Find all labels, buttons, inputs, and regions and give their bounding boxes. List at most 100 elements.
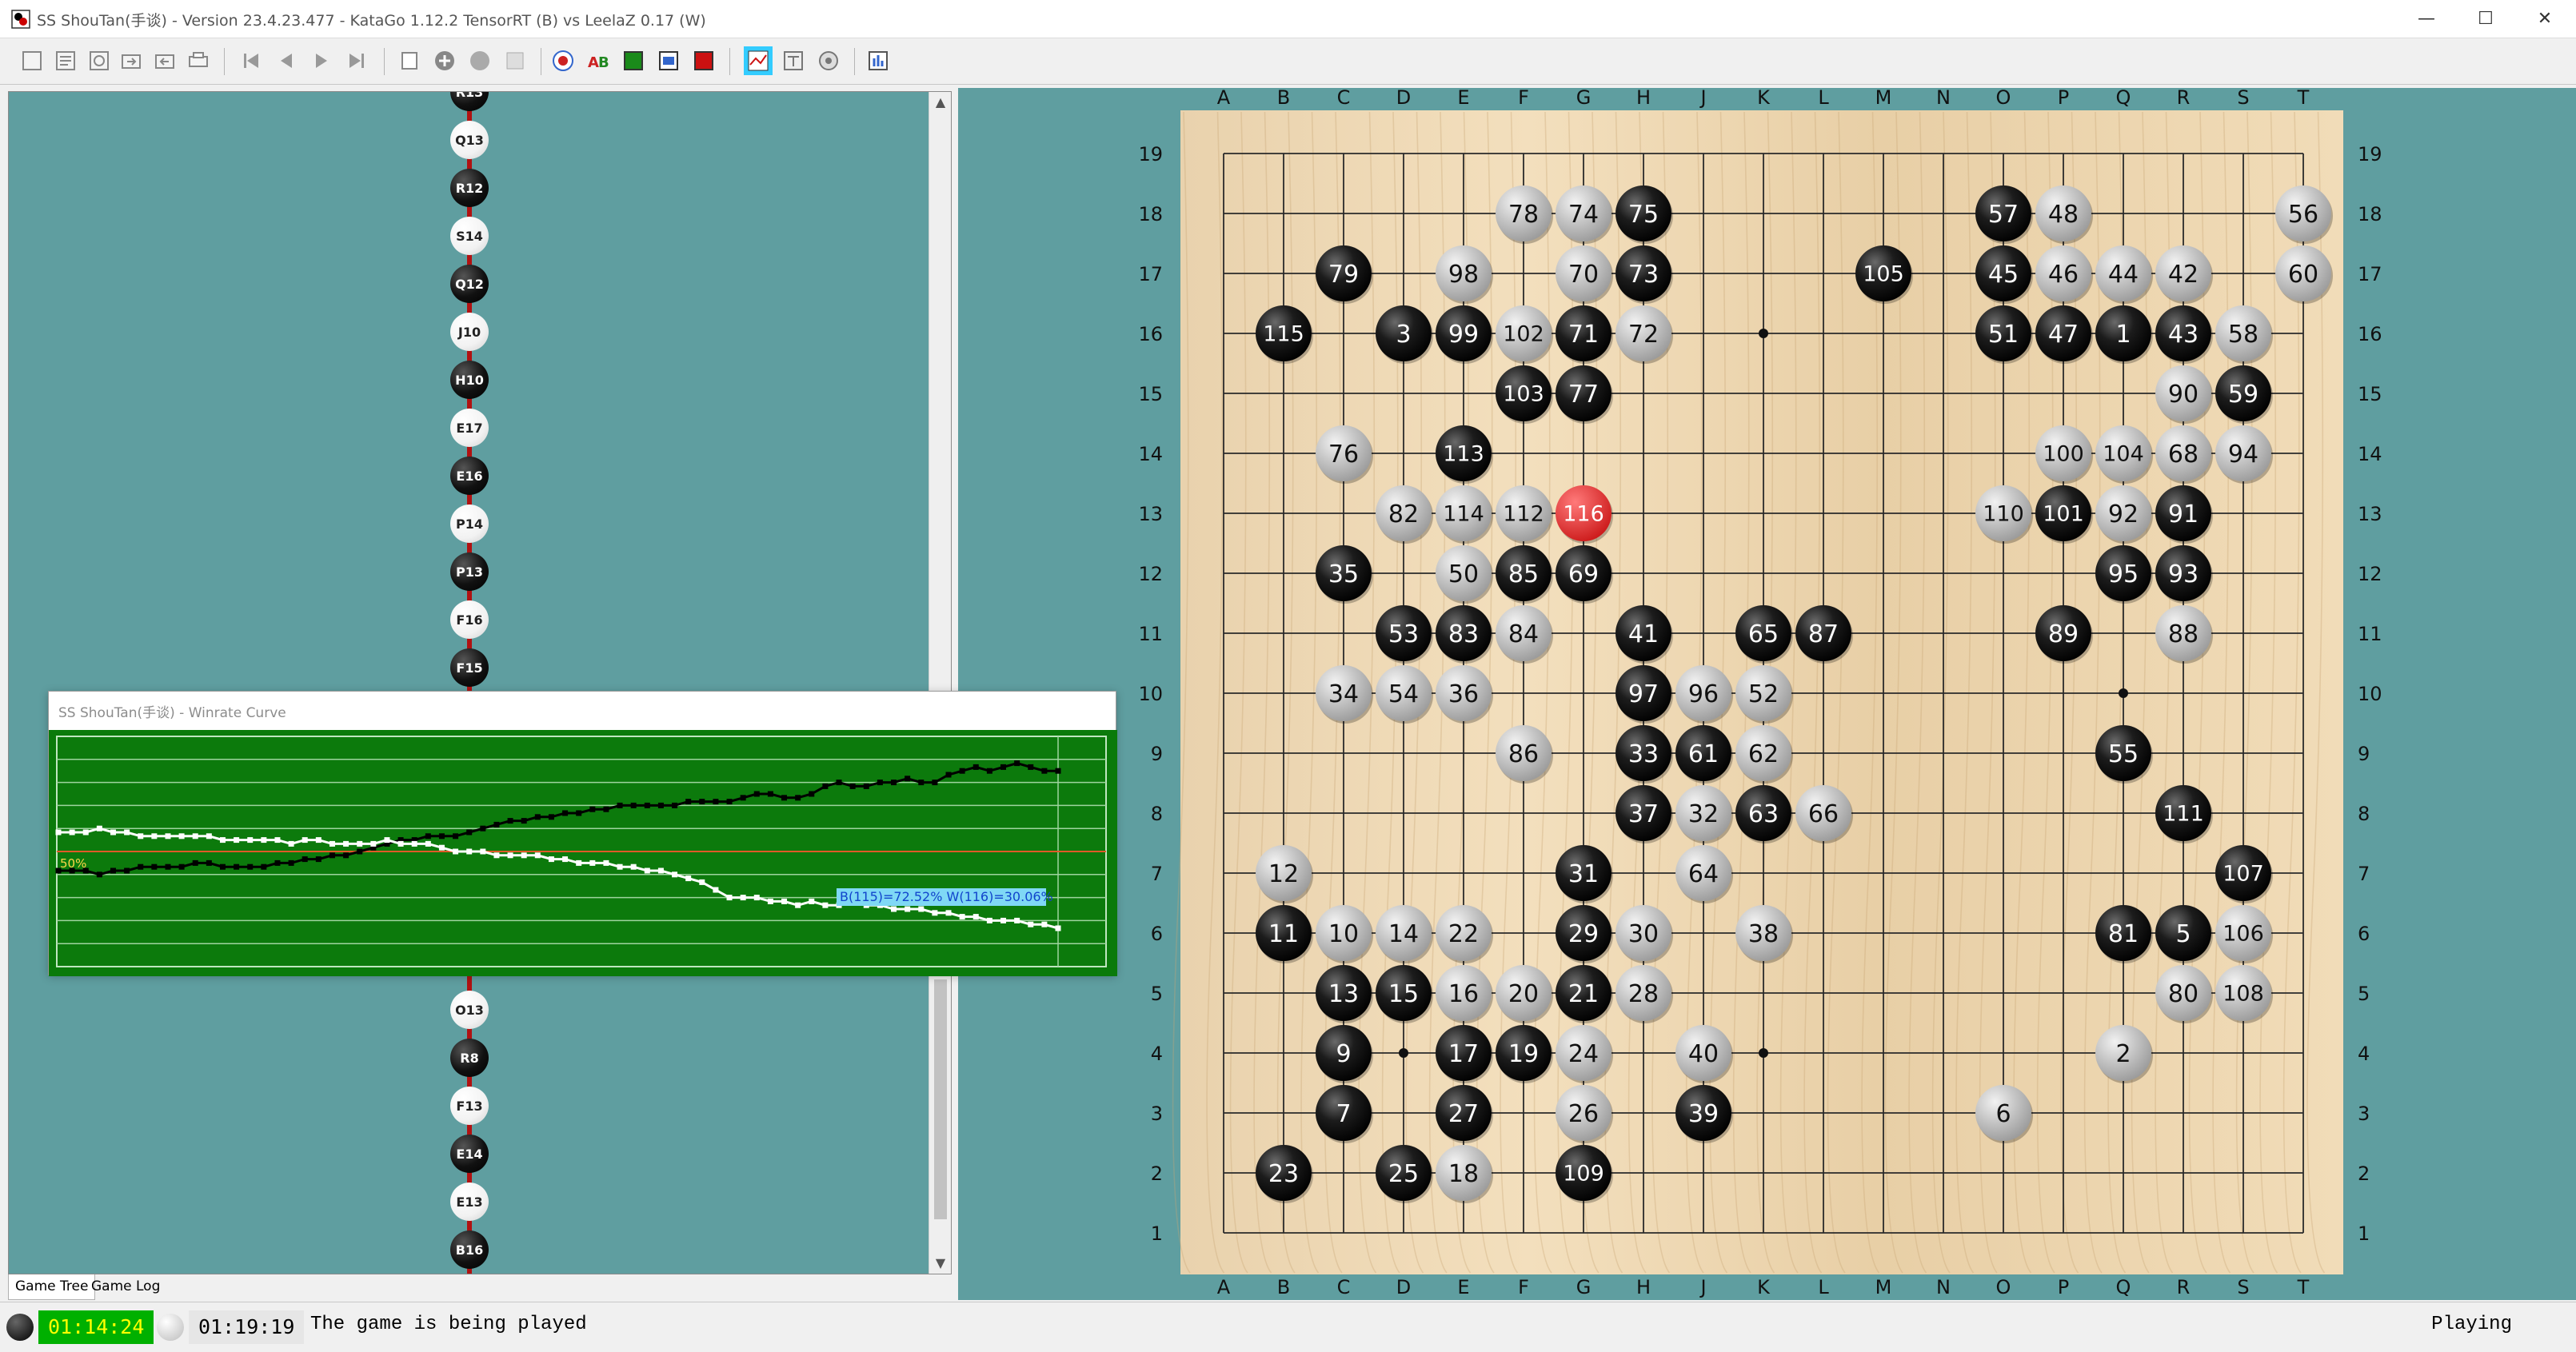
toolbar-separator — [729, 48, 730, 75]
white-winrate-point — [589, 859, 596, 866]
white-winrate-point — [261, 837, 267, 844]
first-move-icon[interactable] — [237, 46, 266, 75]
black-winrate-point — [740, 795, 746, 801]
remove-stone-icon[interactable] — [465, 46, 494, 75]
black-winrate-point — [438, 833, 445, 840]
go-board[interactable]: AABBCCDDEEFFGGHHJJKKLLMMNNOOPPQQRRSSTT19… — [958, 86, 2576, 1300]
estimate-icon[interactable] — [779, 46, 808, 75]
scroll-up-icon[interactable]: ▲ — [929, 92, 951, 113]
tree-node[interactable]: J10 — [450, 313, 489, 351]
scroll-down-icon[interactable]: ▼ — [929, 1253, 951, 1274]
open-file-icon[interactable] — [51, 46, 80, 75]
tree-node[interactable]: R13 — [450, 92, 489, 111]
new-game-icon[interactable] — [18, 46, 46, 75]
labels-icon[interactable]: AB — [584, 46, 613, 75]
column-label: K — [1757, 1276, 1771, 1298]
app-window: SS ShouTan(手谈) - Version 23.4.23.477 - K… — [0, 0, 2576, 1352]
move-number: 44 — [2108, 261, 2139, 289]
analysis-icon[interactable] — [549, 46, 577, 75]
tree-node[interactable]: F16 — [450, 600, 489, 639]
tree-node[interactable]: F15 — [450, 648, 489, 687]
tree-node[interactable]: E14 — [450, 1135, 489, 1173]
black-winrate-point — [603, 806, 609, 812]
tree-node[interactable]: S14 — [450, 217, 489, 255]
tree-node[interactable]: R8 — [450, 1039, 489, 1077]
tree-node[interactable]: O13 — [450, 991, 489, 1029]
white-winrate-point — [82, 829, 89, 836]
title-bar: SS ShouTan(手谈) - Version 23.4.23.477 - K… — [0, 0, 2576, 38]
row-label: 5 — [2358, 983, 2370, 1005]
tree-node[interactable]: R12 — [450, 169, 489, 207]
blank-icon[interactable] — [501, 46, 529, 75]
move-number: 45 — [1988, 261, 2019, 289]
white-winrate-point — [234, 837, 240, 844]
move-number: 60 — [2288, 261, 2318, 289]
vertical-scrollbar[interactable]: ▲ ▼ — [929, 92, 951, 1274]
tab-game-log[interactable]: Game Log — [85, 1274, 166, 1300]
tree-node[interactable]: H10 — [450, 361, 489, 399]
winrate-window[interactable]: SS ShouTan(手谈) - Winrate Curve 50% B(115)… — [48, 691, 1117, 976]
column-label: Q — [2116, 1276, 2131, 1298]
maximize-button[interactable]: ☐ — [2454, 0, 2518, 37]
screenshot-icon[interactable] — [654, 46, 683, 75]
column-label: O — [1996, 1276, 2011, 1298]
move-number: 61 — [1688, 740, 1719, 768]
save-file-icon[interactable] — [85, 46, 114, 75]
next-move-icon[interactable] — [307, 46, 336, 75]
white-winrate-point — [124, 829, 130, 836]
minimize-button[interactable]: — — [2394, 0, 2458, 37]
last-move-icon[interactable] — [342, 46, 371, 75]
move-number: 29 — [1568, 920, 1599, 948]
scrollbar-thumb[interactable] — [934, 979, 947, 1219]
print-icon[interactable] — [184, 46, 213, 75]
game-tree-panel[interactable]: R13 Q13 R12 S14 Q12 J10 H10 E17 E16 P14 P13 F16 F15 O… — [8, 91, 952, 1274]
black-winrate-point — [466, 829, 473, 836]
row-label: 12 — [1138, 563, 1163, 585]
tree-node[interactable]: E16 — [450, 457, 489, 495]
move-number: 25 — [1388, 1160, 1419, 1188]
white-stone-icon — [157, 1314, 184, 1341]
tree-node[interactable]: Q13 — [450, 121, 489, 159]
row-label: 4 — [1151, 1043, 1163, 1065]
row-label: 15 — [2358, 383, 2382, 405]
black-winrate-point — [562, 810, 569, 816]
row-label: 14 — [1138, 443, 1163, 465]
import-icon[interactable] — [117, 46, 146, 75]
window-title: SS ShouTan(手谈) - Version 23.4.23.477 - K… — [37, 12, 706, 30]
tree-node[interactable]: E13 — [450, 1183, 489, 1221]
move-number: 97 — [1628, 680, 1659, 708]
tree-node[interactable]: B16 — [450, 1230, 489, 1269]
black-winrate-point — [534, 814, 541, 820]
move-number: 42 — [2168, 261, 2199, 289]
tree-node[interactable]: Q12 — [450, 265, 489, 303]
tree-node[interactable]: E17 — [450, 409, 489, 447]
move-number: 91 — [2168, 501, 2199, 528]
move-number: 41 — [1628, 620, 1659, 648]
info-icon[interactable] — [864, 46, 893, 75]
row-label: 12 — [2358, 563, 2382, 585]
move-number: 33 — [1628, 740, 1659, 768]
column-label: N — [1936, 88, 1951, 109]
winrate-curve-icon[interactable] — [744, 46, 773, 75]
engine-icon[interactable] — [689, 46, 718, 75]
settings-icon[interactable] — [814, 46, 843, 75]
board-view-icon[interactable] — [619, 46, 648, 75]
previous-move-icon[interactable] — [272, 46, 301, 75]
tab-game-tree[interactable]: Game Tree — [8, 1274, 96, 1300]
move-number: 85 — [1508, 560, 1539, 588]
tree-node[interactable]: F13 — [450, 1087, 489, 1125]
export-icon[interactable] — [150, 46, 179, 75]
white-winrate-point — [822, 902, 829, 908]
winrate-window-title: SS ShouTan(手谈) - Winrate Curve — [58, 705, 286, 721]
row-label: 17 — [1138, 263, 1163, 285]
status-message: The game is being played — [310, 1314, 587, 1335]
white-winrate-point — [397, 840, 404, 847]
black-winrate-point — [849, 783, 856, 789]
pass-icon[interactable] — [395, 46, 424, 75]
white-winrate-point — [809, 898, 815, 904]
add-stone-icon[interactable] — [430, 46, 459, 75]
white-winrate-point — [672, 871, 678, 878]
tree-node[interactable]: P14 — [450, 505, 489, 543]
close-button[interactable]: ✕ — [2513, 0, 2576, 37]
tree-node[interactable]: P13 — [450, 552, 489, 591]
